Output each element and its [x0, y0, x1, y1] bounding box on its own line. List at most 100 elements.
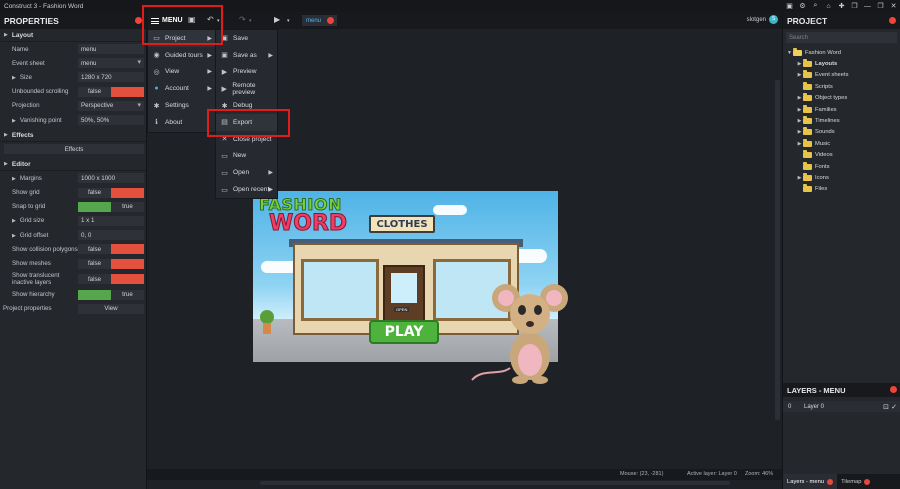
tree-item-object-types[interactable]: ▶ Object types [783, 93, 900, 104]
event-sheet-select[interactable]: menu [78, 58, 144, 69]
tab-layout-menu[interactable]: menu [302, 15, 338, 26]
menu-button[interactable]: MENU [151, 13, 184, 28]
menu-item-save[interactable]: ▣ Save [216, 30, 277, 47]
user-account[interactable]: slotgen S [747, 15, 778, 24]
expand-icon[interactable]: ▶ [796, 107, 803, 113]
section-layout[interactable]: Layout [0, 29, 146, 42]
tree-item-event-sheets[interactable]: ▶ Event sheets [783, 70, 900, 81]
effects-button[interactable]: Effects [4, 144, 144, 155]
menu-item-about[interactable]: ℹ About [148, 114, 216, 131]
menu-item-debug[interactable]: ✱ Debug [216, 97, 277, 114]
expand-icon[interactable]: ▶ [796, 129, 803, 135]
expand-icon[interactable]: ▶ [796, 95, 803, 101]
expand-icon[interactable]: ▶ [796, 118, 803, 124]
tree-item-sounds[interactable]: ▶ Sounds [783, 127, 900, 138]
tab-close-icon[interactable] [327, 17, 335, 24]
vertical-scrollbar[interactable] [775, 80, 780, 420]
tree-item-videos[interactable]: Videos [783, 150, 900, 161]
menu-item-export[interactable]: ▤ Export [216, 113, 277, 131]
translucent-toggle[interactable]: false [78, 274, 144, 285]
menu-item-project[interactable]: ▭ Project ▶ [148, 30, 216, 47]
meshes-toggle[interactable]: false [78, 258, 144, 269]
grid-size-input[interactable]: 1 x 1 [78, 215, 144, 226]
search-icon[interactable]: ⌕ [809, 2, 822, 10]
name-input[interactable]: menu [78, 44, 144, 55]
lock-icon[interactable]: ⊡ [883, 403, 889, 411]
grid-offset-input[interactable]: 0, 0 [78, 230, 144, 241]
menu-item-save-as[interactable]: ▣ Save as ▶ [216, 47, 277, 64]
tree-item-music[interactable]: ▶ Music [783, 138, 900, 149]
close-button[interactable]: ✕ [887, 2, 900, 10]
popout-icon[interactable]: ❐ [848, 2, 861, 10]
menu-item-guided-tours[interactable]: ◉ Guided tours ▶ [148, 47, 216, 64]
preview-dropdown-icon[interactable]: ▾ [287, 18, 290, 24]
play-button[interactable]: PLAY [369, 320, 439, 344]
prop-label[interactable]: Vanishing point [0, 117, 78, 124]
menu-item-remote-preview[interactable]: ▶ Remote preview [216, 80, 277, 97]
expand-icon[interactable]: ▶ [796, 72, 803, 78]
tree-item-layouts[interactable]: ▶ Layouts [783, 58, 900, 69]
view-project-properties-button[interactable]: View [78, 303, 144, 314]
size-input[interactable]: 1280 x 720 [78, 72, 144, 83]
menu-item-settings[interactable]: ✱ Settings [148, 97, 216, 114]
menu-item-open-recent[interactable]: ▭ Open recent ▶ [216, 181, 277, 198]
menu-item-open[interactable]: ▭ Open ▶ [216, 164, 277, 181]
tab-layers[interactable]: Layers - menu [783, 474, 838, 489]
visibility-check-icon[interactable]: ✓ [891, 403, 897, 411]
tree-item-fonts[interactable]: Fonts [783, 161, 900, 172]
vanishing-input[interactable]: 50%, 50% [78, 115, 144, 126]
margins-input[interactable]: 1000 x 1000 [78, 173, 144, 184]
tree-item-families[interactable]: ▶ Families [783, 104, 900, 115]
panel-close-icon[interactable] [890, 386, 897, 393]
tree-item-timelines[interactable]: ▶ Timelines [783, 115, 900, 126]
tree-root[interactable]: ▼ Fashion Word [783, 47, 900, 58]
preview-icon[interactable]: ▶ [274, 15, 280, 24]
unbounded-toggle[interactable]: false [78, 86, 144, 97]
menu-item-label: Project [165, 34, 186, 42]
prop-label[interactable]: Size [0, 74, 78, 81]
hierarchy-toggle[interactable]: true [78, 289, 144, 300]
section-editor[interactable]: Editor [0, 158, 146, 172]
menu-item-view[interactable]: ◎ View ▶ [148, 64, 216, 81]
panel-close-icon[interactable] [135, 17, 142, 24]
expand-icon[interactable]: ▶ [796, 61, 803, 67]
undo-dropdown-icon[interactable]: ▾ [217, 18, 220, 24]
expand-icon[interactable]: ▼ [786, 50, 793, 56]
prop-label[interactable]: Margins [0, 175, 78, 182]
projection-select[interactable]: Perspective [78, 100, 144, 111]
show-grid-toggle[interactable]: false [78, 187, 144, 198]
horizontal-scrollbar[interactable] [260, 481, 730, 485]
panel-close-icon[interactable] [889, 17, 896, 24]
settings-icon[interactable]: ⚙ [796, 2, 809, 10]
redo-dropdown-icon[interactable]: ▾ [249, 18, 252, 24]
home-icon[interactable]: ⌂ [822, 3, 835, 10]
prop-label[interactable]: Grid size [0, 217, 78, 224]
tree-item-scripts[interactable]: Scripts [783, 81, 900, 92]
save-icon[interactable]: ▣ [188, 15, 196, 24]
expand-icon[interactable]: ▶ [796, 175, 803, 181]
tree-item-files[interactable]: Files [783, 184, 900, 195]
mouse-character[interactable] [470, 268, 570, 386]
tab-close-icon[interactable] [827, 478, 834, 485]
collision-toggle[interactable]: false [78, 244, 144, 255]
addons-icon[interactable]: ✚ [835, 2, 848, 10]
maximize-button[interactable]: ❐ [874, 2, 887, 10]
minimize-button[interactable]: — [861, 3, 874, 10]
redo-icon[interactable]: ↷ [239, 15, 246, 24]
menu-item-preview[interactable]: ▶ Preview [216, 64, 277, 81]
snap-grid-toggle[interactable]: true [78, 201, 144, 212]
tab-close-icon[interactable] [864, 478, 871, 485]
menu-item-new[interactable]: ▭ New [216, 148, 277, 165]
menu-item-account[interactable]: ● Account ▶ [148, 80, 216, 97]
section-effects[interactable]: Effects [0, 129, 146, 143]
prop-label[interactable]: Grid offset [0, 232, 78, 239]
tree-item-icons[interactable]: ▶ Icons [783, 172, 900, 183]
layer-row[interactable]: 0 Layer 0 ⊡ ✓ [783, 401, 900, 412]
fullscreen-icon[interactable]: ▣ [783, 2, 796, 10]
expand-icon[interactable]: ▶ [796, 141, 803, 147]
undo-icon[interactable]: ↶ [207, 15, 214, 24]
project-search-input[interactable]: Search [786, 32, 897, 43]
tab-tilemap[interactable]: Tilemap [837, 474, 874, 489]
menu-item-close-project[interactable]: ✕ Close project [216, 131, 277, 148]
folder-icon [803, 138, 812, 147]
